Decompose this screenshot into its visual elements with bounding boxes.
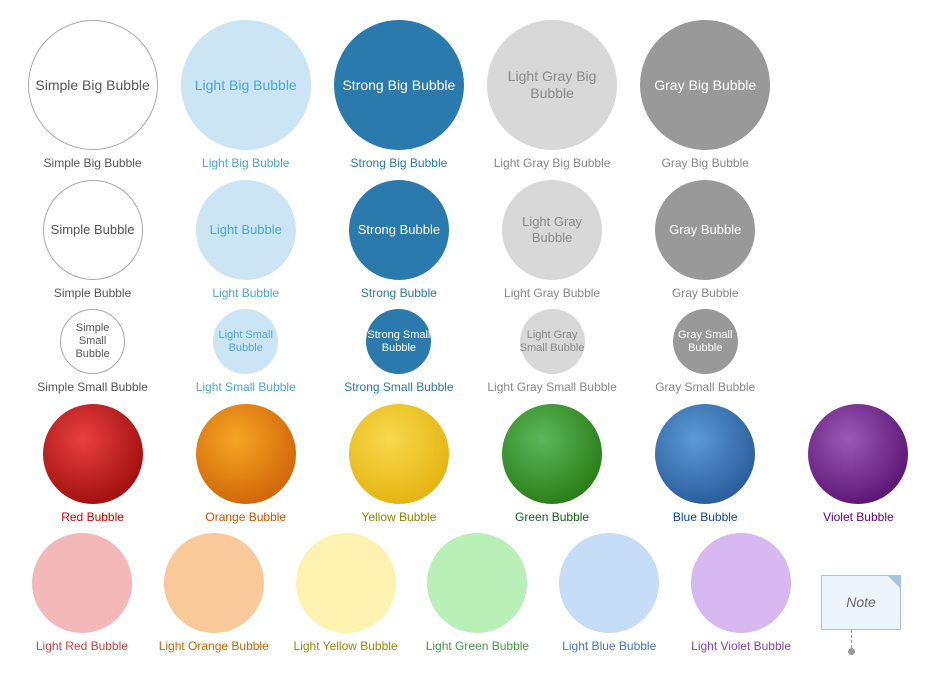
bubble-label-gray-small: Gray Small Bubble <box>655 380 755 396</box>
bubble-strong-small[interactable]: Strong Small Bubble <box>366 309 431 374</box>
bubble-label-simple-small: Simple Small Bubble <box>37 380 148 396</box>
bubble-cell-gray: Gray Bubble Gray Bubble <box>633 180 778 302</box>
bubble-label-green: Green Bubble <box>515 510 589 526</box>
bubble-light-violet[interactable] <box>691 533 791 633</box>
bubble-cell-gray-small: Gray Small Bubble Gray Small Bubble <box>633 309 778 396</box>
bubble-label-light-blue: Light Blue Bubble <box>562 639 656 655</box>
bubble-label-light-violet: Light Violet Bubble <box>691 639 791 655</box>
bubble-cell-light-red: Light Red Bubble <box>20 533 144 655</box>
bubble-cell-strong-big: Strong Big Bubble Strong Big Bubble <box>326 20 471 172</box>
bubble-label-light-big: Light Big Bubble <box>202 156 289 172</box>
bubble-cell-simple: Simple Bubble Simple Bubble <box>20 180 165 302</box>
bubble-cell-light-gray-small: Light Gray Small Bubble Light Gray Small… <box>480 309 625 396</box>
bubble-light-blue[interactable] <box>559 533 659 633</box>
bubble-label-yellow: Yellow Bubble <box>361 510 436 526</box>
bubble-cell-light-big: Light Big Bubble Light Big Bubble <box>173 20 318 172</box>
bubble-cell-light: Light Bubble Light Bubble <box>173 180 318 302</box>
bubble-red[interactable] <box>43 404 143 504</box>
bubble-light-gray-big[interactable]: Light Gray Big Bubble <box>487 20 617 150</box>
bubble-label-light-yellow: Light Yellow Bubble <box>294 639 398 655</box>
bubble-label-light-green: Light Green Bubble <box>426 639 529 655</box>
bubble-light-orange[interactable] <box>164 533 264 633</box>
bubble-light-yellow[interactable] <box>296 533 396 633</box>
bubble-simple[interactable]: Simple Bubble <box>43 180 143 280</box>
bubble-label-blue: Blue Bubble <box>673 510 738 526</box>
bubble-cell-strong: Strong Bubble Strong Bubble <box>326 180 471 302</box>
bubble-cell-light-violet: Light Violet Bubble <box>679 533 803 655</box>
bubble-label-violet: Violet Bubble <box>823 510 894 526</box>
bubble-label-light-gray: Light Gray Bubble <box>504 286 600 302</box>
bubble-label-light-small: Light Small Bubble <box>196 380 296 396</box>
bubble-cell-green: Green Bubble <box>480 404 625 526</box>
bubble-cell-light-yellow: Light Yellow Bubble <box>284 533 408 655</box>
bubble-cell-light-blue: Light Blue Bubble <box>547 533 671 655</box>
bubble-strong[interactable]: Strong Bubble <box>349 180 449 280</box>
bubble-label-light-orange: Light Orange Bubble <box>159 639 269 655</box>
bubble-light-big[interactable]: Light Big Bubble <box>181 20 311 150</box>
bubble-cell-light-orange: Light Orange Bubble <box>152 533 276 655</box>
bubble-blue[interactable] <box>655 404 755 504</box>
note-connector-line <box>851 630 852 648</box>
bubble-label-strong-big: Strong Big Bubble <box>351 156 448 172</box>
bubble-label-strong: Strong Bubble <box>361 286 437 302</box>
bubble-violet[interactable] <box>808 404 908 504</box>
bubble-label-light-gray-big: Light Gray Big Bubble <box>494 156 611 172</box>
bubble-light-red[interactable] <box>32 533 132 633</box>
bubble-label-gray-big: Gray Big Bubble <box>662 156 749 172</box>
bubble-gray[interactable]: Gray Bubble <box>655 180 755 280</box>
bubble-green[interactable] <box>502 404 602 504</box>
bubble-cell-simple-big: Simple Big Bubble Simple Big Bubble <box>20 20 165 172</box>
note-box[interactable]: Note <box>821 575 901 630</box>
bubble-gray-small[interactable]: Gray Small Bubble <box>673 309 738 374</box>
bubble-label-red: Red Bubble <box>61 510 124 526</box>
bubble-cell-yellow: Yellow Bubble <box>326 404 471 526</box>
bubble-cell-light-green: Light Green Bubble <box>416 533 540 655</box>
bubble-cell-light-gray: Light Gray Bubble Light Gray Bubble <box>480 180 625 302</box>
note-label: Note <box>846 594 876 610</box>
bubble-cell-light-gray-big: Light Gray Big Bubble Light Gray Big Bub… <box>480 20 625 172</box>
bubble-light-small[interactable]: Light Small Bubble <box>213 309 278 374</box>
bubble-light-gray[interactable]: Light Gray Bubble <box>502 180 602 280</box>
bubble-simple-big[interactable]: Simple Big Bubble <box>28 20 158 150</box>
bubble-label-simple-big: Simple Big Bubble <box>44 156 142 172</box>
bubble-simple-small[interactable]: Simple Small Bubble <box>60 309 125 374</box>
bubble-cell-blue: Blue Bubble <box>633 404 778 526</box>
note-cell: Note <box>811 575 931 655</box>
bubble-cell-gray-big: Gray Big Bubble Gray Big Bubble <box>633 20 778 172</box>
bubble-label-light: Light Bubble <box>212 286 279 302</box>
bubble-light[interactable]: Light Bubble <box>196 180 296 280</box>
bubble-cell-orange: Orange Bubble <box>173 404 318 526</box>
bubble-cell-violet: Violet Bubble <box>786 404 931 526</box>
bubble-orange[interactable] <box>196 404 296 504</box>
bubble-label-light-red: Light Red Bubble <box>36 639 128 655</box>
bubble-cell-strong-small: Strong Small Bubble Strong Small Bubble <box>326 309 471 396</box>
bubble-gray-big[interactable]: Gray Big Bubble <box>640 20 770 150</box>
bubble-cell-simple-small: Simple Small Bubble Simple Small Bubble <box>20 309 165 396</box>
bubble-label-gray: Gray Bubble <box>672 286 739 302</box>
bubble-cell-light-small: Light Small Bubble Light Small Bubble <box>173 309 318 396</box>
note-connector-dot <box>848 648 855 655</box>
bubble-label-orange: Orange Bubble <box>205 510 286 526</box>
bubble-yellow[interactable] <box>349 404 449 504</box>
bubble-label-strong-small: Strong Small Bubble <box>344 380 453 396</box>
bubble-light-green[interactable] <box>427 533 527 633</box>
bubble-label-simple: Simple Bubble <box>54 286 131 302</box>
bubble-light-gray-small[interactable]: Light Gray Small Bubble <box>520 309 585 374</box>
note-corner <box>888 576 900 588</box>
bubble-strong-big[interactable]: Strong Big Bubble <box>334 20 464 150</box>
bubble-cell-red: Red Bubble <box>20 404 165 526</box>
bubble-label-light-gray-small: Light Gray Small Bubble <box>487 380 616 396</box>
